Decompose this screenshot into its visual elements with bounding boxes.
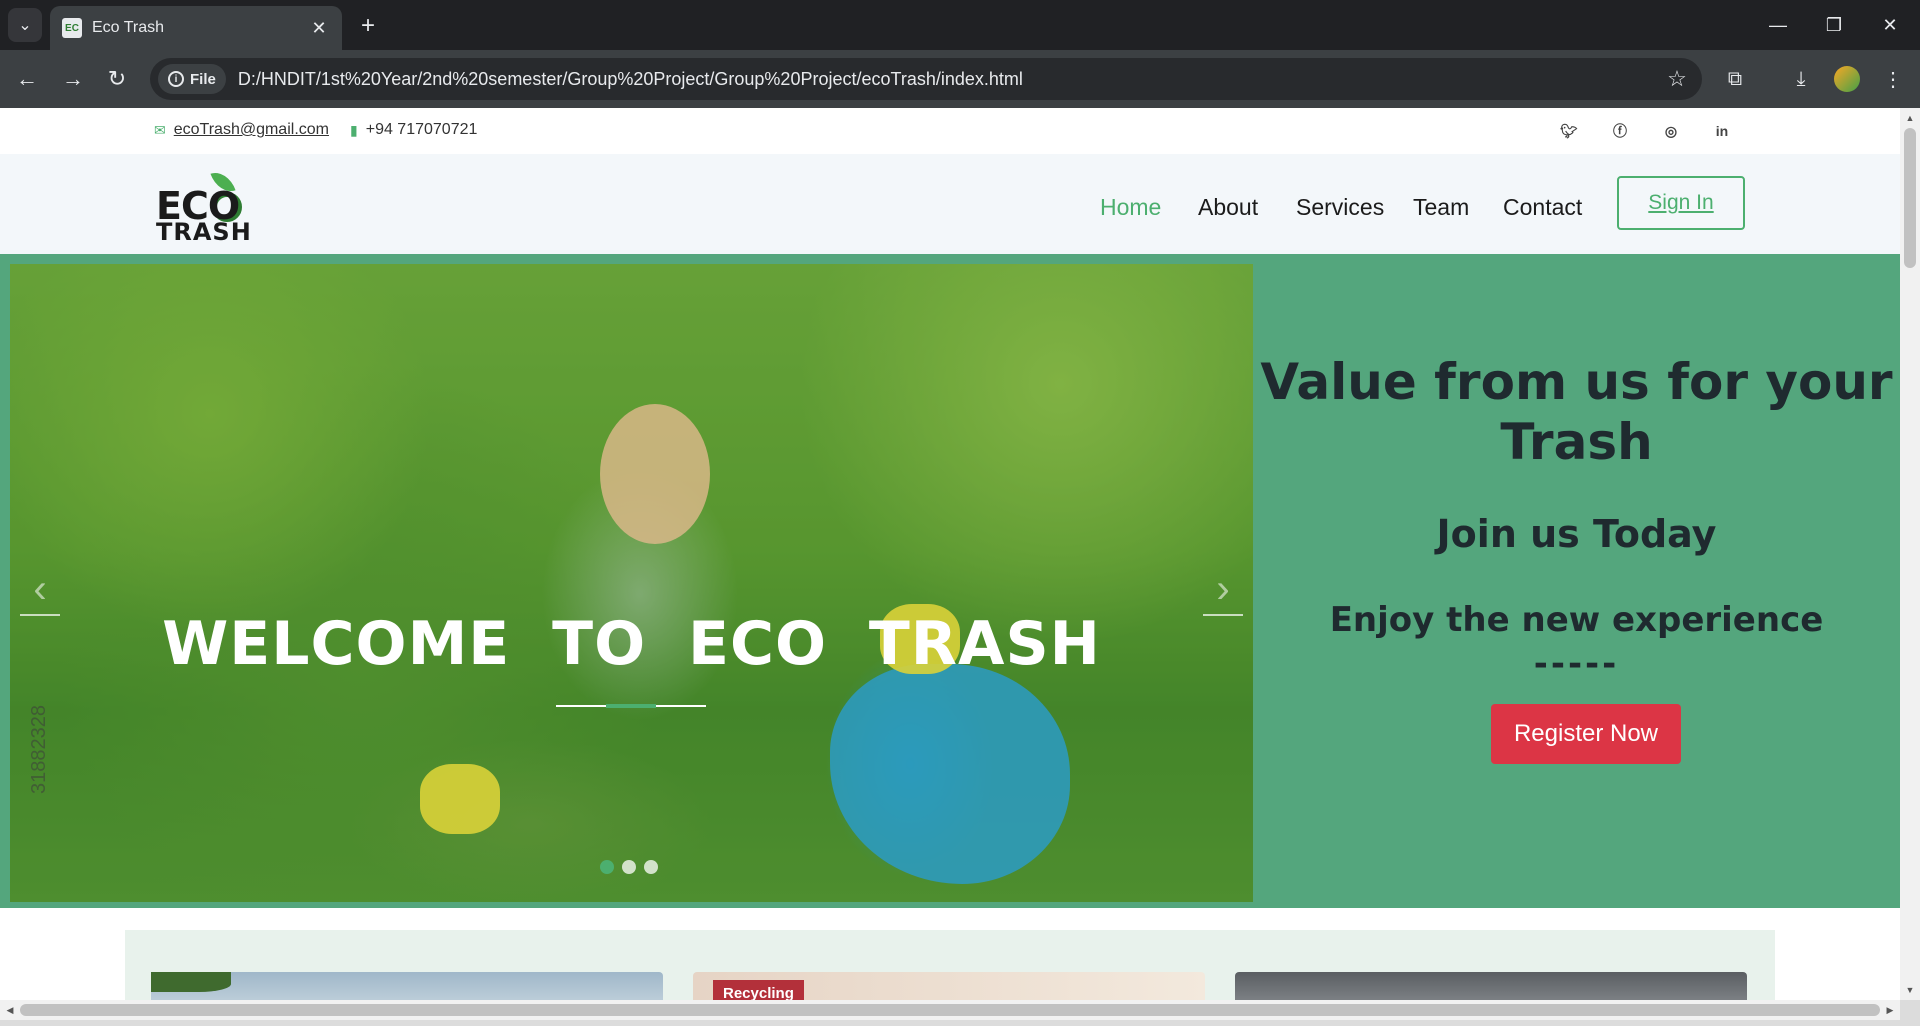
back-icon[interactable]: ←	[10, 62, 44, 96]
vertical-scroll-thumb[interactable]	[1904, 128, 1916, 268]
close-tab-icon[interactable]: ✕	[308, 17, 330, 39]
slide-title: WELCOME TO ECO TRASH	[162, 609, 1101, 679]
phone-number: +94 717070721	[365, 121, 478, 138]
tab-title: Eco Trash	[92, 19, 165, 36]
browser-toolbar: ← → ↻ i File D:/HNDIT/1st%20Year/2nd%20s…	[0, 50, 1920, 108]
new-tab-button[interactable]: +	[354, 12, 382, 40]
browser-tab-strip: ⌄ EC Eco Trash ✕ + — ❐ ✕	[0, 0, 1920, 50]
linkedin-icon[interactable]: in	[1711, 120, 1733, 142]
instagram-icon[interactable]: ◎	[1660, 120, 1682, 142]
sign-in-button[interactable]: Sign In	[1617, 176, 1745, 230]
window-bottom-edge	[0, 1020, 1900, 1026]
service-card-1[interactable]	[151, 972, 663, 1000]
carousel-indicator-2[interactable]	[622, 860, 636, 874]
image-watermark: 31882328	[28, 705, 50, 794]
hero-heading: Value from us for your Trash	[1260, 353, 1893, 471]
forward-icon[interactable]: →	[56, 62, 90, 96]
profile-avatar[interactable]	[1830, 62, 1864, 96]
avatar	[1834, 66, 1860, 92]
horizontal-scrollbar[interactable]: ◀ ▶	[0, 1000, 1900, 1020]
info-icon: i	[168, 71, 184, 87]
page-viewport: ✉ ecoTrash@gmail.com ▮ +94 717070721 🐦︎ …	[0, 108, 1900, 1000]
carousel-next-button[interactable]: ›	[1203, 564, 1243, 616]
slide-title-underline	[556, 704, 706, 708]
phone-icon: ▮	[350, 121, 358, 138]
extensions-icon[interactable]: ⧉	[1718, 62, 1752, 96]
main-navbar: ECO TRASH Home About Services Team Conta…	[0, 154, 1900, 254]
close-window-icon[interactable]: ✕	[1862, 0, 1918, 50]
scroll-right-icon[interactable]: ▶	[1882, 1000, 1898, 1020]
site-info-chip[interactable]: i File	[158, 64, 226, 94]
envelope-icon: ✉	[154, 121, 166, 138]
horizontal-scroll-thumb[interactable]	[20, 1004, 1880, 1016]
menu-dots-icon[interactable]: ⋮	[1876, 62, 1910, 96]
bookmark-star-icon[interactable]: ☆	[1660, 66, 1694, 92]
vertical-scrollbar[interactable]: ▲ ▼	[1900, 108, 1920, 1000]
trash-bag	[830, 664, 1070, 884]
email-link[interactable]: ecoTrash@gmail.com	[174, 121, 329, 139]
child-figure	[600, 404, 710, 544]
restore-icon[interactable]: ❐	[1806, 0, 1862, 50]
reload-icon[interactable]: ↻	[100, 62, 134, 96]
facebook-icon[interactable]: ⓕ	[1609, 120, 1631, 142]
register-now-button[interactable]: Register Now	[1491, 704, 1681, 764]
carousel-indicators	[600, 860, 658, 874]
scroll-down-icon[interactable]: ▼	[1900, 982, 1920, 998]
nav-about[interactable]: About	[1198, 194, 1258, 221]
download-icon[interactable]: ⤓	[1784, 62, 1818, 96]
nav-home[interactable]: Home	[1100, 194, 1161, 221]
favicon-icon: EC	[62, 18, 82, 38]
scrollbar-corner	[1900, 1000, 1920, 1026]
chevron-down-icon: ⌄	[18, 17, 32, 34]
carousel-indicator-1[interactable]	[600, 860, 614, 874]
hero-carousel-slide: ‹ › WELCOME TO ECO TRASH 31882328	[10, 264, 1253, 902]
recycling-sign: Recycling	[713, 980, 804, 1000]
hero-side-panel: Value from us for your Trash Join us Tod…	[1253, 254, 1900, 908]
glove-left	[420, 764, 500, 834]
services-cards-section: Recycling	[125, 930, 1775, 1000]
nav-services[interactable]: Services	[1296, 194, 1384, 221]
carousel-indicator-3[interactable]	[644, 860, 658, 874]
site-info-label: File	[190, 70, 216, 88]
nav-contact[interactable]: Contact	[1503, 194, 1582, 221]
service-card-2[interactable]: Recycling	[693, 972, 1205, 1000]
twitter-icon[interactable]: 🐦︎	[1558, 120, 1580, 142]
scroll-up-icon[interactable]: ▲	[1900, 110, 1920, 126]
logo-line2: TRASH	[156, 218, 252, 246]
email-contact: ✉ ecoTrash@gmail.com	[154, 121, 329, 139]
minimize-icon[interactable]: —	[1750, 0, 1806, 50]
nav-team[interactable]: Team	[1413, 194, 1469, 221]
hero-tagline: Enjoy the new experience	[1329, 600, 1824, 640]
browser-tab[interactable]: EC Eco Trash ✕	[50, 6, 342, 50]
scroll-left-icon[interactable]: ◀	[2, 1000, 18, 1020]
top-contact-bar: ✉ ecoTrash@gmail.com ▮ +94 717070721 🐦︎ …	[0, 108, 1900, 154]
eco-trash-logo[interactable]: ECO TRASH	[152, 166, 262, 246]
tab-search-button[interactable]: ⌄	[8, 8, 42, 42]
service-card-3[interactable]	[1235, 972, 1747, 1000]
carousel-prev-button[interactable]: ‹	[20, 564, 60, 616]
card-image	[151, 972, 231, 992]
url-text[interactable]: D:/HNDIT/1st%20Year/2nd%20semester/Group…	[238, 69, 1660, 90]
address-bar[interactable]: i File D:/HNDIT/1st%20Year/2nd%20semeste…	[150, 58, 1702, 100]
hero-subheading: Join us Today	[1436, 512, 1717, 556]
hero-section: ‹ › WELCOME TO ECO TRASH 31882328 Value …	[0, 254, 1900, 908]
phone-contact: ▮ +94 717070721	[350, 121, 477, 139]
hero-divider: -----	[1533, 644, 1620, 684]
